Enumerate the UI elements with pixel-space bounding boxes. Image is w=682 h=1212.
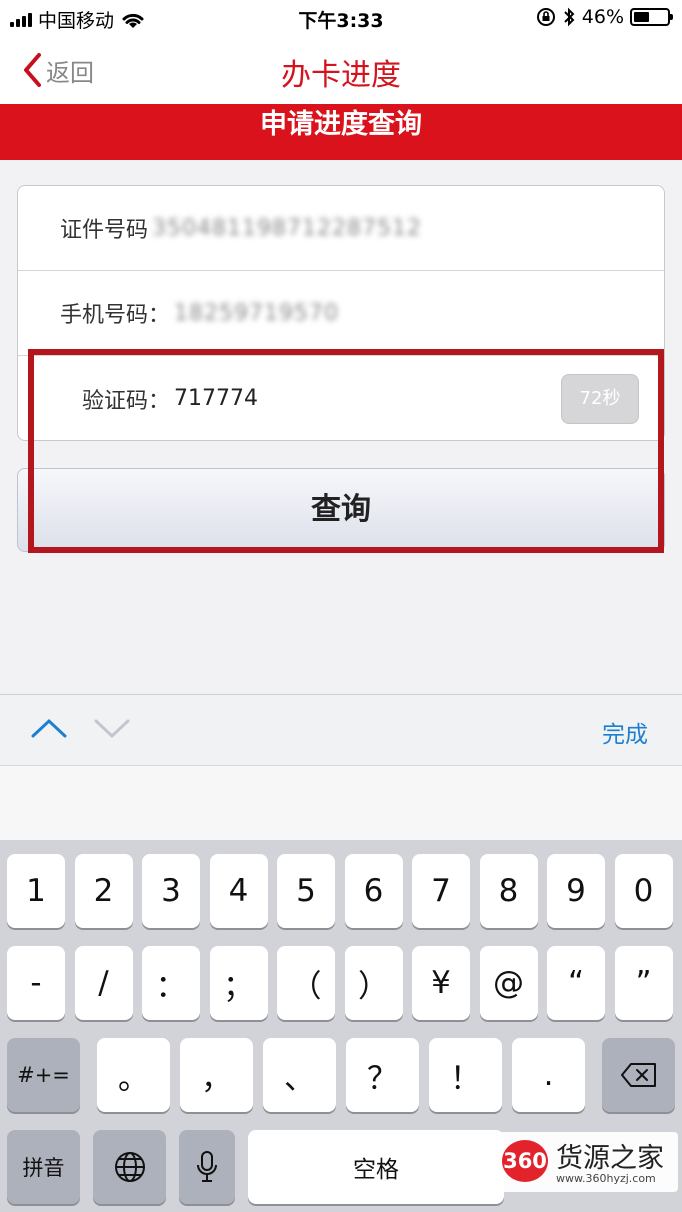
symbol-key[interactable]: ： <box>142 946 200 1020</box>
punctuation-key[interactable]: ！ <box>429 1038 502 1112</box>
battery-fill <box>634 12 649 22</box>
digit-key[interactable]: 4 <box>209 854 268 928</box>
punctuation-key[interactable]: 。 <box>97 1038 170 1112</box>
page-title: 办卡进度 <box>281 58 401 93</box>
done-button[interactable]: 完成 <box>602 715 648 749</box>
nav-bar: 返回 办卡进度 <box>0 36 682 104</box>
digit-key[interactable]: 1 <box>7 854 65 928</box>
digit-key[interactable]: 7 <box>412 854 470 928</box>
punctuation-key[interactable]: ， <box>180 1038 253 1112</box>
section-banner: 申请进度查询 <box>0 104 682 160</box>
battery-percent: 46% <box>581 6 624 28</box>
watermark-logo: 360 <box>502 1140 548 1182</box>
id-number-label: 证件号码 <box>60 218 149 243</box>
id-number-row[interactable]: 证件号码 350481198712287512 <box>18 186 664 271</box>
punctuation-key[interactable]: ？ <box>346 1038 419 1112</box>
chevron-up-icon[interactable] <box>30 717 68 739</box>
watermark: 360 货源之家 www.360hyzj.com <box>498 1132 678 1192</box>
bluetooth-icon <box>564 7 575 27</box>
symbol-key[interactable]: ； <box>209 946 268 1020</box>
battery-icon <box>630 8 673 26</box>
phone-label: 手机号码： <box>60 303 171 328</box>
globe-icon <box>114 1152 145 1182</box>
digit-key[interactable]: 3 <box>142 854 200 928</box>
key-symbols-toggle[interactable]: #+= <box>7 1038 80 1112</box>
symbol-key[interactable]: ” <box>614 946 673 1020</box>
highlight-annotation <box>28 349 664 553</box>
keyboard-toolbar: 完成 <box>0 694 682 766</box>
digit-key[interactable]: 0 <box>614 854 673 928</box>
phone-value[interactable]: 18259719570 <box>174 301 339 326</box>
digit-key[interactable]: 9 <box>547 854 605 928</box>
status-bar: 中国移动 下午3:33 46% <box>0 0 682 36</box>
orientation-lock-icon <box>536 8 555 26</box>
phone-row[interactable]: 手机号码： 18259719570 <box>18 271 664 356</box>
symbol-key[interactable]: （ <box>277 946 335 1020</box>
id-number-value[interactable]: 350481198712287512 <box>152 216 422 241</box>
symbol-key[interactable]: “ <box>547 946 605 1020</box>
punctuation-key[interactable]: 、 <box>263 1038 336 1112</box>
symbol-key[interactable]: ¥ <box>412 946 470 1020</box>
key-space[interactable]: 空格 <box>248 1130 504 1204</box>
symbol-key[interactable]: - <box>7 946 65 1020</box>
key-microphone[interactable] <box>179 1130 235 1204</box>
watermark-url: www.360hyzj.com <box>556 1172 656 1185</box>
punctuation-key[interactable]: . <box>512 1038 585 1112</box>
digit-key[interactable]: 8 <box>479 854 538 928</box>
watermark-text: 货源之家 <box>556 1143 664 1174</box>
symbol-key[interactable]: ） <box>344 946 403 1020</box>
key-backspace[interactable] <box>602 1038 675 1112</box>
digit-key[interactable]: 5 <box>277 854 335 928</box>
status-right: 46% <box>536 6 673 28</box>
digit-key[interactable]: 6 <box>344 854 403 928</box>
symbol-key[interactable]: @ <box>479 946 538 1020</box>
keyboard-suggestion-bar <box>0 766 682 840</box>
symbol-key[interactable]: / <box>74 946 133 1020</box>
microphone-icon <box>197 1151 217 1182</box>
key-globe[interactable] <box>93 1130 166 1204</box>
backspace-icon <box>620 1063 656 1087</box>
key-pinyin[interactable]: 拼音 <box>7 1130 80 1204</box>
chevron-down-icon[interactable] <box>93 717 131 739</box>
digit-key[interactable]: 2 <box>74 854 133 928</box>
